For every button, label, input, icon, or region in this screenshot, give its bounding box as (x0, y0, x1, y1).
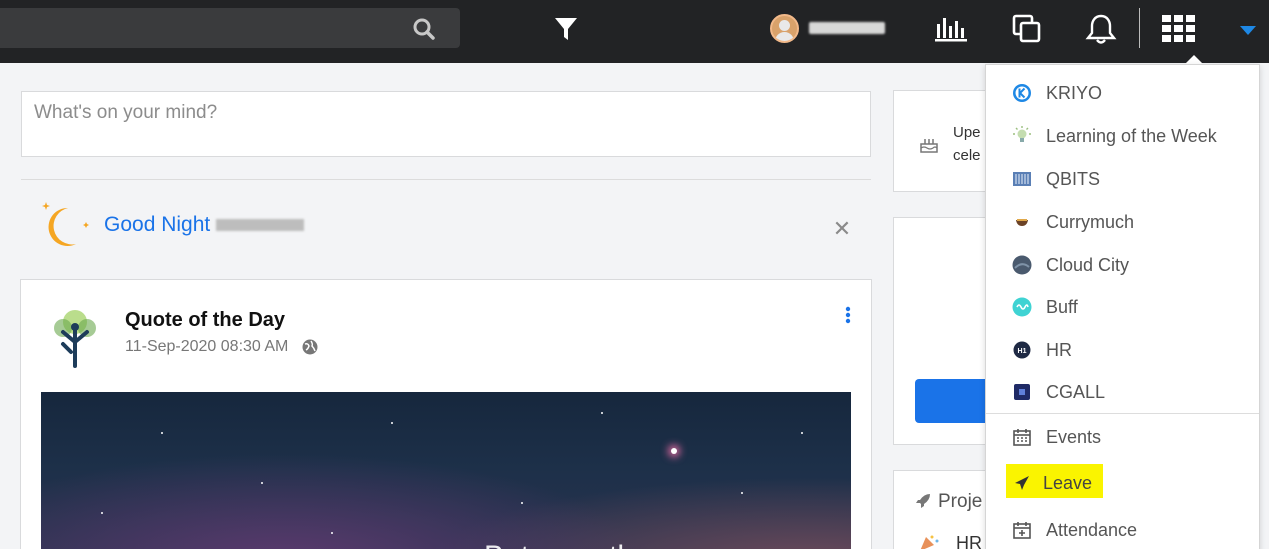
top-navbar (0, 0, 1269, 63)
menu-item-cgall[interactable]: CGALL (986, 372, 1259, 412)
menu-item-label: QBITS (1046, 168, 1101, 189)
post-composer[interactable] (21, 91, 871, 157)
menu-item-label: Leave (1043, 472, 1093, 493)
moon-icon (40, 200, 92, 250)
buff-icon (1011, 296, 1033, 318)
menu-item-label: Events (1046, 426, 1102, 447)
star (101, 512, 103, 514)
star (261, 482, 263, 484)
bowl-icon (1011, 211, 1033, 233)
more-options-icon[interactable] (845, 306, 851, 324)
menu-item-label: KRIYO (1046, 82, 1103, 103)
composer-input[interactable] (34, 102, 834, 124)
kriyo-icon (1011, 82, 1033, 104)
menu-item-attendance[interactable]: Attendance (986, 510, 1259, 549)
upcoming-celebrations-card: Upe cele (893, 90, 993, 192)
cloud-city-icon (1011, 254, 1033, 276)
menu-item-events[interactable]: Events (986, 417, 1259, 457)
menu-item-label: HR (1046, 339, 1072, 360)
cake-icon (920, 139, 938, 153)
menu-item-label: Buff (1046, 296, 1078, 317)
apps-grid-icon[interactable] (1162, 12, 1196, 46)
navbar-divider (1139, 8, 1140, 48)
upcoming-line-1: Upe (953, 124, 981, 141)
projects-title: Proje (938, 491, 983, 512)
apps-dropdown-menu: KRIYO Learning of the Week QBITS Currymu… (985, 64, 1260, 549)
upcoming-text: Upe cele (953, 121, 981, 167)
post-title: Quote of the Day (125, 309, 286, 331)
projects-card: Proje HR (893, 470, 993, 549)
filter-icon[interactable] (553, 16, 579, 42)
menu-item-kriyo[interactable]: KRIYO (986, 73, 1259, 113)
menu-item-label: Cloud City (1046, 254, 1130, 275)
star (521, 502, 523, 504)
upcoming-line-2: cele (953, 147, 981, 164)
menu-item-label: Learning of the Week (1046, 125, 1217, 146)
qbits-icon (1011, 168, 1033, 190)
rocket-icon (916, 494, 930, 508)
calendar-plus-icon (1011, 519, 1033, 541)
menu-item-label: CGALL (1046, 381, 1106, 402)
star (671, 448, 677, 454)
menu-separator (986, 413, 1259, 414)
close-icon[interactable]: ✕ (832, 218, 852, 240)
tree-logo-icon (49, 308, 101, 370)
menu-item-qbits[interactable]: QBITS (986, 159, 1259, 199)
post-card: Quote of the Day 11-Sep-2020 08:30 AM Be… (20, 279, 872, 549)
copy-icon[interactable] (1010, 12, 1044, 46)
svg-text:H1: H1 (1018, 348, 1027, 355)
menu-item-leave[interactable]: Leave (986, 463, 1259, 503)
user-name-redacted (809, 22, 885, 34)
star (391, 422, 393, 424)
bell-icon[interactable] (1084, 12, 1118, 46)
star (161, 432, 163, 434)
star (601, 412, 603, 414)
avatar[interactable] (770, 13, 799, 43)
post-timestamp: 11-Sep-2020 08:30 AM (125, 338, 318, 356)
post-image-caption: Between the sun (484, 540, 708, 549)
greeting-banner: Good Night (40, 200, 305, 250)
menu-item-cloud-city[interactable]: Cloud City (986, 245, 1259, 285)
star (331, 532, 333, 534)
calendar-icon (1011, 426, 1033, 448)
widget-card (893, 217, 1005, 445)
cgall-icon (1011, 381, 1033, 403)
user-profile[interactable] (770, 13, 885, 43)
feed-divider (21, 179, 871, 180)
search-input[interactable] (0, 8, 460, 48)
party-popper-icon (920, 535, 939, 549)
menu-item-hr[interactable]: H1 HR (986, 330, 1259, 370)
menu-item-label: Attendance (1046, 519, 1138, 540)
menu-item-learning-of-the-week[interactable]: Learning of the Week (986, 116, 1259, 156)
menu-item-currymuch[interactable]: Currymuch (986, 202, 1259, 242)
greeting-name-redacted (216, 219, 305, 232)
search-icon[interactable] (412, 17, 438, 41)
star (801, 432, 803, 434)
post-timestamp-text: 11-Sep-2020 08:30 AM (125, 338, 289, 355)
menu-item-label: Currymuch (1046, 211, 1135, 232)
star (741, 492, 743, 494)
greeting-text: Good Night (104, 213, 305, 237)
menu-item-buff[interactable]: Buff (986, 287, 1259, 327)
globe-icon (302, 339, 318, 355)
lightbulb-icon (1011, 125, 1033, 147)
plane-icon (1011, 472, 1033, 494)
bar-chart-icon[interactable] (934, 12, 968, 46)
projects-hr-item[interactable]: HR (956, 533, 982, 549)
hr-icon: H1 (1011, 339, 1033, 361)
caret-down-icon[interactable] (1240, 26, 1256, 35)
post-image[interactable]: Between the sun (41, 392, 851, 549)
